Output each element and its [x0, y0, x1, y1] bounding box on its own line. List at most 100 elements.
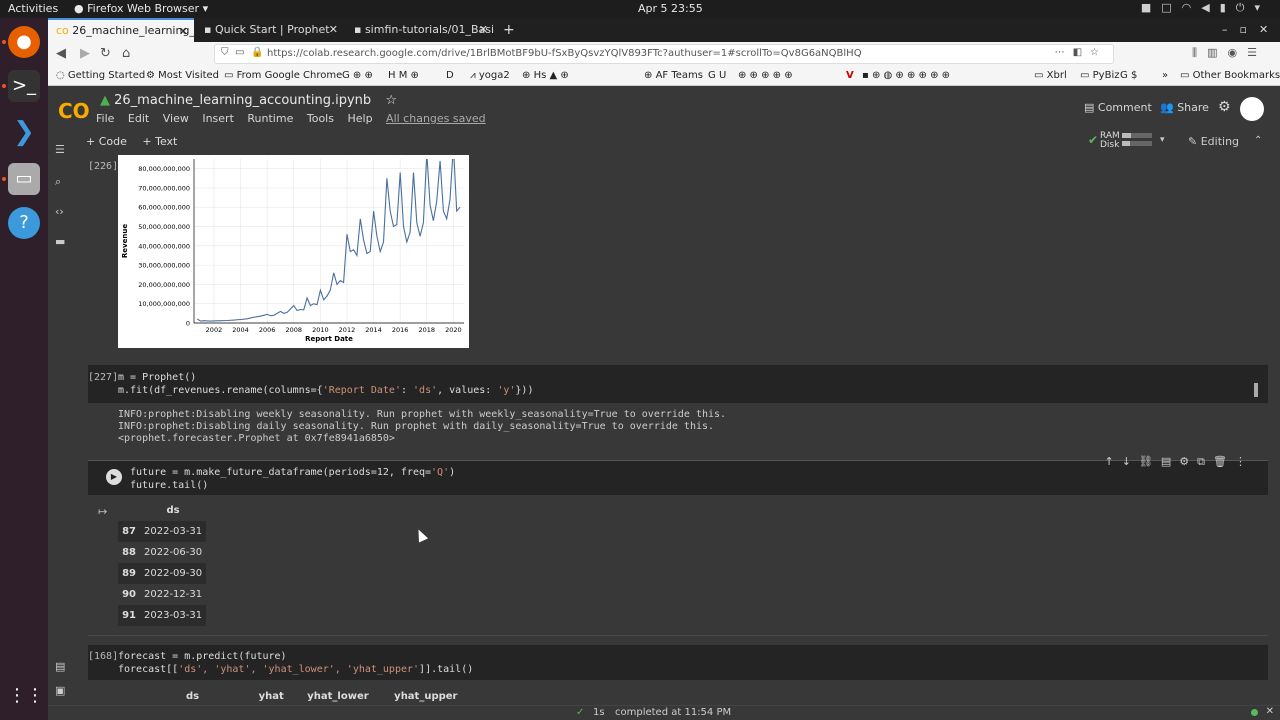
bookmark-item[interactable]: G U: [708, 70, 726, 81]
colab-logo[interactable]: CO: [58, 99, 90, 123]
add-code-button[interactable]: + Code: [86, 135, 127, 148]
bookmark-item[interactable]: ⊕ Hs ▲ ⊕: [522, 70, 569, 81]
app-menu[interactable]: ● Firefox Web Browser ▾: [74, 2, 208, 15]
arrow-down-icon[interactable]: ↓: [1122, 455, 1139, 468]
trash-icon[interactable]: 🗑: [1213, 455, 1235, 468]
resources-label[interactable]: RAM Disk: [1100, 132, 1120, 150]
comment-icon[interactable]: ▤: [1161, 455, 1179, 468]
scrollbar[interactable]: [1254, 383, 1258, 397]
command-palette-icon[interactable]: ▤: [55, 660, 65, 673]
bookmark-folder[interactable]: ▭ Other Bookmarks: [1180, 70, 1280, 81]
bookmark-item[interactable]: D: [446, 70, 454, 81]
forward-button[interactable]: ▶: [80, 46, 90, 61]
bookmark-item[interactable]: ⩘ yoga2: [470, 70, 510, 81]
save-status[interactable]: All changes saved: [386, 112, 486, 125]
toolbar-icons[interactable]: ⫼▥◉☰: [1192, 46, 1267, 60]
gear-icon[interactable]: ⚙: [1179, 455, 1197, 468]
search-icon[interactable]: ⌕: [55, 175, 61, 189]
page-actions[interactable]: ⋯◧☆: [1055, 47, 1107, 58]
files-icon[interactable]: ▭: [8, 163, 40, 195]
link-icon[interactable]: ⛓: [1139, 455, 1161, 468]
code-cell[interactable]: [168] forecast = m.predict(future) foreca…: [88, 645, 1268, 680]
close-icon[interactable]: ✕: [1266, 706, 1274, 717]
chevron-down-icon[interactable]: ▾: [1160, 135, 1165, 145]
menu-tools[interactable]: Tools: [307, 112, 334, 125]
chevron-up-icon[interactable]: ⌃: [1254, 135, 1262, 146]
copy-icon[interactable]: ⧉: [1197, 455, 1213, 468]
bookmark-folder[interactable]: ▭ Xbrl: [1034, 70, 1067, 81]
bookmark-item[interactable]: ⊕ AF Teams: [644, 70, 703, 81]
home-button[interactable]: ⌂: [122, 46, 130, 61]
library-icon[interactable]: ⫼: [1192, 46, 1207, 59]
code-editor[interactable]: forecast = m.predict(future) forecast[['d…: [118, 650, 473, 676]
arrow-up-icon[interactable]: ↑: [1104, 455, 1121, 468]
tab-colab[interactable]: co 26_machine_learning_ac✕: [48, 18, 194, 42]
account-icon[interactable]: ◉: [1227, 46, 1247, 59]
tab-simfin[interactable]: ▪ simfin-tutorials/01_Basi ✕: [346, 18, 494, 42]
bookmark-item[interactable]: ⚙ Most Visited: [146, 70, 219, 81]
activities-button[interactable]: Activities: [8, 2, 58, 15]
new-tab-button[interactable]: +: [498, 18, 518, 42]
maximize-icon[interactable]: ▫: [1240, 23, 1259, 36]
close-icon[interactable]: ✕: [179, 25, 188, 38]
minimize-icon[interactable]: –: [1222, 23, 1240, 36]
more-icon[interactable]: ⋯: [1055, 47, 1073, 58]
terminal-icon[interactable]: ▣: [55, 684, 65, 697]
pocket-icon[interactable]: ◧: [1073, 47, 1090, 58]
editing-mode[interactable]: ✎ Editing: [1188, 135, 1239, 148]
gear-icon[interactable]: ⚙: [1218, 99, 1231, 115]
bookmark-icons[interactable]: ⊕ ⊕ ⊕ ⊕ ⊕: [738, 70, 793, 81]
close-icon[interactable]: ✕: [1259, 23, 1280, 36]
notebook-title[interactable]: ▲ 26_machine_learning_accounting.ipynb ☆: [100, 93, 397, 108]
chevron-right-icon[interactable]: »: [1162, 70, 1168, 81]
star-icon[interactable]: ☆: [1090, 47, 1107, 58]
cell-actions[interactable]: ↑↓⛓▤⚙⧉🗑⋮: [1104, 455, 1254, 469]
window-controls[interactable]: –▫✕: [1214, 18, 1280, 42]
terminal-icon[interactable]: >_: [8, 70, 40, 102]
bookmark-item[interactable]: V: [846, 70, 854, 81]
more-vert-icon[interactable]: ⋮: [1235, 455, 1254, 468]
add-text-button[interactable]: + Text: [142, 135, 177, 148]
menu-help[interactable]: Help: [347, 112, 372, 125]
menu-edit[interactable]: Edit: [128, 112, 149, 125]
vscode-icon[interactable]: ❯: [8, 116, 40, 148]
menu-view[interactable]: View: [163, 112, 189, 125]
avatar[interactable]: [1240, 97, 1264, 121]
notebook-area: [226] 0 10,000,000,000 20,000,000,000 30,00…: [76, 155, 1280, 705]
back-button[interactable]: ◀: [56, 46, 66, 61]
clock[interactable]: Apr 5 23:55: [638, 2, 703, 15]
menu-runtime[interactable]: Runtime: [247, 112, 293, 125]
output-icon[interactable]: ↦: [98, 505, 107, 518]
close-icon[interactable]: ✕: [329, 23, 338, 36]
bookmark-folder[interactable]: ▭ From Google Chrome: [224, 70, 342, 81]
url-bar[interactable]: ⛉ ▭ 🔒 https://colab.research.google.com/…: [214, 44, 1114, 64]
bookmark-folder[interactable]: ▭ PyBiz: [1080, 70, 1119, 81]
folder-icon[interactable]: ▬: [55, 235, 65, 248]
code-cell-active[interactable]: ▶ ↑↓⛓▤⚙⧉🗑⋮ future = m.make_future_datafr…: [88, 455, 1268, 495]
star-icon[interactable]: ☆: [385, 93, 397, 108]
menu-insert[interactable]: Insert: [202, 112, 234, 125]
code-snippets-icon[interactable]: ‹›: [55, 205, 64, 218]
comment-button[interactable]: ▤ Comment: [1084, 101, 1152, 114]
bookmark-icons[interactable]: ▪ ⊕ ◍ ⊕ ⊕ ⊕ ⊕ ⊕: [862, 70, 950, 81]
help-icon[interactable]: ?: [8, 207, 40, 239]
system-tray[interactable]: ■□◠◀▮⏻▾: [1141, 1, 1270, 15]
toc-icon[interactable]: ☰: [55, 143, 65, 156]
app-grid-icon[interactable]: ⋮⋮: [8, 680, 44, 712]
bookmark-item[interactable]: G $: [1120, 70, 1137, 81]
tab-prophet[interactable]: ▪ Quick Start | Prophet ✕: [196, 18, 344, 42]
close-icon[interactable]: ✕: [479, 23, 488, 36]
menu-file[interactable]: File: [96, 112, 114, 125]
bookmark-icons[interactable]: G ⊕ ⊕: [342, 70, 373, 81]
menu-icon[interactable]: ☰: [1247, 46, 1267, 59]
bookmark-item[interactable]: H M ⊕: [388, 70, 419, 81]
share-button[interactable]: 👥 Share: [1160, 101, 1209, 114]
reload-button[interactable]: ↻: [100, 46, 111, 61]
bookmark-item[interactable]: ◌ Getting Started: [56, 70, 145, 81]
sidebar-icon[interactable]: ▥: [1207, 46, 1227, 59]
code-editor[interactable]: m = Prophet() m.fit(df_revenues.rename(co…: [118, 371, 533, 397]
run-cell-button[interactable]: ▶: [106, 469, 122, 485]
code-editor[interactable]: future = m.make_future_dataframe(periods…: [130, 466, 455, 492]
code-cell[interactable]: [227] m = Prophet() m.fit(df_revenues.ren…: [88, 365, 1268, 403]
firefox-icon[interactable]: ●: [8, 26, 40, 58]
